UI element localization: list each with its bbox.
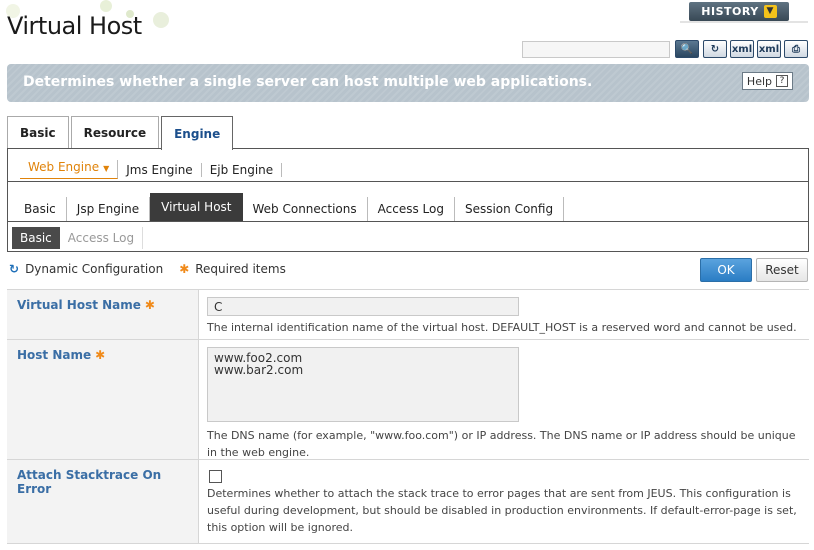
virtual-host-name-input[interactable]: C <box>207 297 519 316</box>
decor-circle <box>100 0 112 12</box>
ok-button[interactable]: OK <box>700 258 752 282</box>
print-icon[interactable]: ⎙ <box>784 40 808 58</box>
refresh-icon: ↻ <box>9 262 20 276</box>
divider <box>8 181 808 182</box>
nav-web-engine[interactable]: Web Engine ▼ <box>20 160 119 179</box>
host-name-label: Host Name <box>17 348 92 362</box>
required-star-icon: ✱ <box>144 298 155 312</box>
attach-stacktrace-desc: Determines whether to attach the stack t… <box>207 487 797 534</box>
host-name-desc: The DNS name (for example, "www.foo.com"… <box>207 429 796 459</box>
export-xml-icon[interactable]: xml <box>730 40 754 58</box>
tab-vhost-access-log[interactable]: Access Log <box>60 227 144 249</box>
tab-engine[interactable]: Engine <box>161 116 234 150</box>
web-engine-tabs: Basic Jsp Engine Virtual Host Web Connec… <box>14 193 565 221</box>
tab-jsp-engine[interactable]: Jsp Engine <box>67 197 151 221</box>
tab-access-log[interactable]: Access Log <box>368 197 455 221</box>
required-star-icon: ✱ <box>95 348 106 362</box>
help-icon: ? <box>776 75 788 87</box>
form-row-host-name: Host Name ✱ www.foo2.com www.bar2.com The… <box>7 340 809 460</box>
required-star-icon: ✱ <box>179 262 190 276</box>
settings-form: Virtual Host Name ✱ C The internal identi… <box>7 289 809 544</box>
reset-button[interactable]: Reset <box>756 258 808 282</box>
tab-web-connections[interactable]: Web Connections <box>243 197 368 221</box>
virtual-host-tabs: Basic Access Log <box>12 227 144 249</box>
refresh-icon[interactable]: ↻ <box>703 40 727 58</box>
chevron-down-icon: ▼ <box>763 5 777 18</box>
attach-stacktrace-label: Attach Stacktrace On Error <box>17 468 162 496</box>
caret-down-icon: ▼ <box>103 164 110 173</box>
tab-basic[interactable]: Basic <box>7 116 69 149</box>
import-xml-icon[interactable]: xml <box>757 40 781 58</box>
virtual-host-name-label: Virtual Host Name <box>17 298 141 312</box>
tab-session-config[interactable]: Session Config <box>455 197 565 221</box>
nav-ejb-engine[interactable]: Ejb Engine <box>202 162 283 177</box>
help-button[interactable]: Help ? <box>741 72 793 90</box>
host-name-textarea[interactable]: www.foo2.com www.bar2.com <box>207 347 519 422</box>
help-label: Help <box>746 74 772 88</box>
divider <box>680 21 808 23</box>
legend: ↻ Dynamic Configuration ✱ Required items <box>9 262 286 276</box>
field-content: C The internal identification name of th… <box>199 290 809 339</box>
divider <box>8 221 808 222</box>
engine-panel: Web Engine ▼ Jms Engine Ejb Engine Basic … <box>7 148 809 252</box>
search-icon[interactable]: 🔍 <box>675 40 699 58</box>
search-input[interactable] <box>522 41 670 58</box>
tab-vhost-basic[interactable]: Basic <box>12 227 60 249</box>
description-banner: Determines whether a single server can h… <box>7 64 809 102</box>
page-title: Virtual Host <box>7 12 142 40</box>
tab-web-basic[interactable]: Basic <box>14 197 67 221</box>
banner-text: Determines whether a single server can h… <box>23 74 593 90</box>
decor-circle <box>153 12 169 28</box>
nav-jms-engine[interactable]: Jms Engine <box>118 162 202 177</box>
history-button[interactable]: HISTORY ▼ <box>689 2 789 21</box>
field-label: Attach Stacktrace On Error <box>7 460 199 543</box>
virtual-host-name-desc: The internal identification name of the … <box>207 321 797 334</box>
engine-nav: Web Engine ▼ Jms Engine Ejb Engine <box>20 160 283 179</box>
form-row-attach-stacktrace: Attach Stacktrace On Error Determines wh… <box>7 460 809 544</box>
tab-resource[interactable]: Resource <box>70 116 160 149</box>
primary-tabs: Basic Resource Engine <box>7 116 235 150</box>
field-label: Virtual Host Name ✱ <box>7 290 199 339</box>
legend-required: Required items <box>195 262 286 276</box>
field-content: www.foo2.com www.bar2.com The DNS name (… <box>199 340 809 459</box>
legend-dynamic: Dynamic Configuration <box>25 262 164 276</box>
form-row-virtual-host-name: Virtual Host Name ✱ C The internal identi… <box>7 290 809 340</box>
field-content: Determines whether to attach the stack t… <box>199 460 809 543</box>
history-label: HISTORY <box>701 5 759 18</box>
attach-stacktrace-checkbox[interactable] <box>209 470 222 483</box>
field-label: Host Name ✱ <box>7 340 199 459</box>
tab-virtual-host[interactable]: Virtual Host <box>150 193 243 221</box>
nav-web-engine-label: Web Engine <box>28 160 100 174</box>
